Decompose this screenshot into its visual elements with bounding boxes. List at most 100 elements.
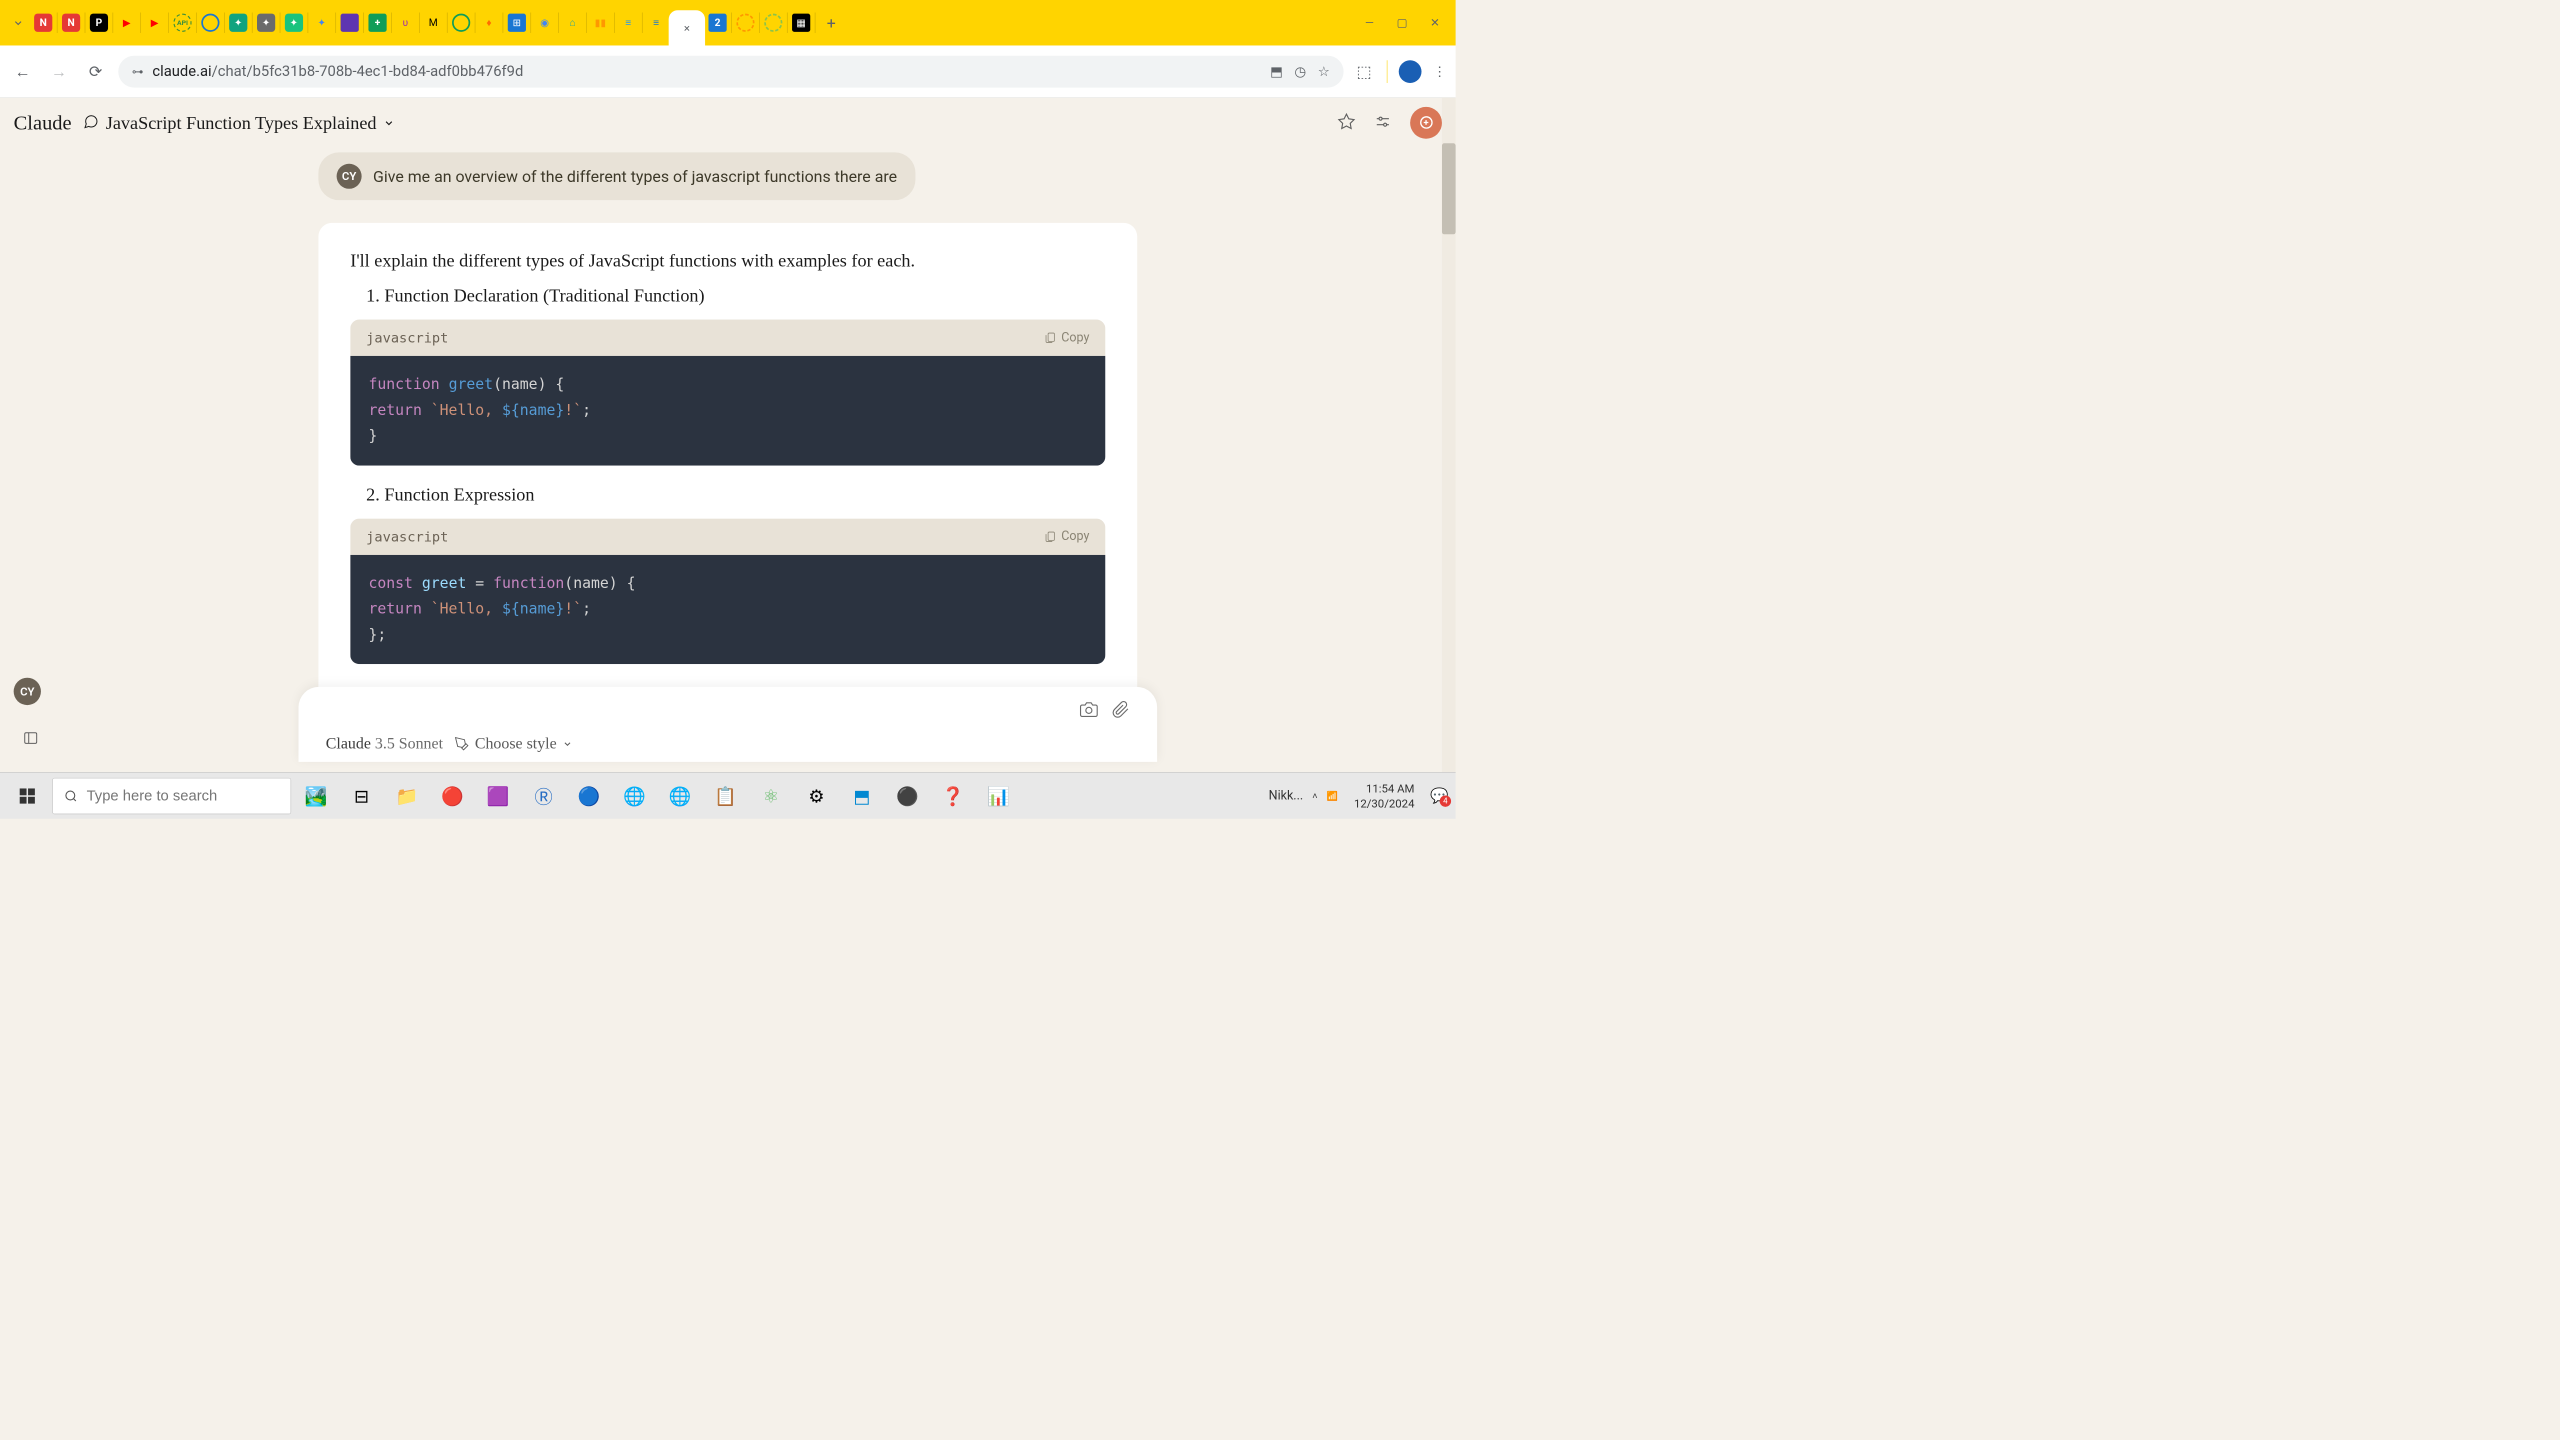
back-button[interactable]: ← [9,58,36,85]
taskbar-search[interactable] [52,778,291,814]
active-tab[interactable]: × [669,10,705,45]
reload-button[interactable]: ⟳ [82,58,109,85]
profile-avatar[interactable] [1399,60,1422,83]
chrome-icon[interactable]: 🌐 [614,778,655,814]
bookmark-star-icon[interactable]: ☆ [1318,63,1330,79]
tray-user-label[interactable]: Nikk... [1269,789,1304,803]
taskbar-weather-widget[interactable]: 🏞️ [296,778,337,814]
assistant-message: I'll explain the different types of Java… [318,223,1137,701]
tab-favicon[interactable]: ≡ [619,14,637,32]
help-icon[interactable]: ❓ [933,778,974,814]
copy-label: Copy [1061,331,1089,345]
favorite-star-icon[interactable] [1337,113,1355,133]
site-settings-icon[interactable]: ⊶ [132,65,143,79]
file-explorer-icon[interactable]: 📁 [387,778,428,814]
tab-favicon[interactable]: ▦ [792,14,810,32]
window-close-icon[interactable]: ✕ [1430,16,1440,30]
chrome-profile-icon[interactable]: 🌐 [660,778,701,814]
settings-sliders-icon[interactable] [1374,113,1392,133]
copy-label: Copy [1061,529,1089,543]
tab-favicon[interactable]: ʋ [396,14,414,32]
tab-favicon[interactable] [764,14,782,32]
message-input-area: Claude 3.5 Sonnet Choose style [299,687,1158,762]
style-picker[interactable]: Choose style [454,735,572,753]
tab-favicon[interactable]: ⌂ [563,14,581,32]
tab-favicon[interactable] [736,14,754,32]
attachment-icon[interactable] [1112,701,1130,721]
claude-logo[interactable]: Claude [14,111,72,135]
code-body[interactable]: const greet = function(name) { return `H… [350,555,1105,664]
tab-favicon[interactable]: ◉ [536,14,554,32]
message-input[interactable]: Claude 3.5 Sonnet Choose style [299,687,1158,762]
app-icon[interactable]: 📊 [978,778,1019,814]
tab-favicon[interactable]: N [34,14,52,32]
rstudio-icon[interactable]: Ⓡ [523,778,564,814]
forward-button[interactable]: → [45,58,72,85]
chat-title-text: JavaScript Function Types Explained [106,112,377,133]
install-app-icon[interactable]: ⬒ [1270,63,1283,79]
window-minimize-icon[interactable]: — [1365,16,1374,30]
camera-icon[interactable] [1080,701,1098,721]
user-avatar-rail[interactable]: CY [14,678,41,705]
tab-favicon[interactable]: ▮▮ [591,14,609,32]
atom-icon[interactable]: ⚛ [751,778,792,814]
tab-favicon[interactable]: ⊞ [508,14,526,32]
tab-favicon[interactable]: ✦ [257,14,275,32]
task-view-icon[interactable]: ⊟ [341,778,382,814]
collapse-sidebar-icon[interactable] [23,730,39,748]
tray-clock[interactable]: 11:54 AM 12/30/2024 [1347,781,1421,811]
settings-icon[interactable]: ⚙ [796,778,837,814]
address-bar[interactable]: ⊶ claude.ai/chat/b5fc31b8-708b-4ec1-bd84… [118,55,1343,87]
tab-favicon[interactable] [201,14,219,32]
scrollbar-thumb[interactable] [1442,143,1456,234]
tab-favicon[interactable]: ✦ [229,14,247,32]
tab-favicon[interactable]: P [90,14,108,32]
tab-favicon[interactable]: ▶ [118,14,136,32]
tab-favicon[interactable]: ▶ [146,14,164,32]
tab-favicon[interactable]: ♦ [480,14,498,32]
chrome-canary-icon[interactable]: 🔴 [432,778,473,814]
app-icon[interactable]: 🟪 [478,778,519,814]
close-tab-icon[interactable]: × [684,21,690,35]
vscode-icon[interactable]: ⬒ [842,778,883,814]
code-body[interactable]: function greet(name) { return `Hello, ${… [350,356,1105,465]
tray-network-icon[interactable]: 📶 [1327,790,1338,801]
tab-favicon[interactable]: N [62,14,80,32]
page-scrollbar[interactable] [1442,98,1456,772]
model-selector[interactable]: Claude 3.5 Sonnet [326,735,443,753]
notes-icon[interactable]: 📋 [705,778,746,814]
new-tab-button[interactable]: + [818,13,845,32]
extensions-icon[interactable]: ⬚ [1353,60,1376,83]
copy-code-button[interactable]: Copy [1044,529,1089,543]
start-button[interactable] [7,778,48,814]
chat-title-dropdown[interactable]: JavaScript Function Types Explained [83,112,395,133]
obs-icon[interactable]: ⚫ [887,778,928,814]
new-chat-button[interactable] [1410,107,1442,139]
clipboard-icon [1044,331,1057,344]
tab-favicon[interactable] [452,14,470,32]
share-icon[interactable]: ◷ [1294,63,1306,79]
tab-favicon[interactable]: ✦ [285,14,303,32]
chevron-down-icon [562,739,572,749]
tray-expand-icon[interactable]: ˄ [1312,790,1317,801]
chrome-menu-icon[interactable]: ⋮ [1433,63,1447,79]
tab-favicon[interactable]: 2 [708,14,726,32]
tab-favicon[interactable]: M [424,14,442,32]
window-maximize-icon[interactable]: ▢ [1397,16,1408,30]
tab-search-dropdown[interactable] [5,9,32,36]
code-block: javascript Copy const greet = function(n… [350,518,1105,664]
taskbar-search-input[interactable] [87,787,280,805]
tab-favicon[interactable]: ✦ [313,14,331,32]
assistant-intro-text: I'll explain the different types of Java… [350,250,1105,271]
notifications-icon[interactable]: 💬4 [1430,787,1448,804]
style-icon [454,736,469,751]
copy-code-button[interactable]: Copy [1044,331,1089,345]
section-heading: 1. Function Declaration (Traditional Fun… [366,285,1105,306]
section-heading: 2. Function Expression [366,484,1105,505]
tab-favicon[interactable]: ≡ [647,14,665,32]
tab-favicon[interactable] [341,14,359,32]
powershell-icon[interactable]: 🔵 [569,778,610,814]
tab-favicon[interactable]: + [368,14,386,32]
tab-favicon[interactable]: API [173,14,191,32]
chat-area: CY Give me an overview of the different … [0,148,1456,772]
